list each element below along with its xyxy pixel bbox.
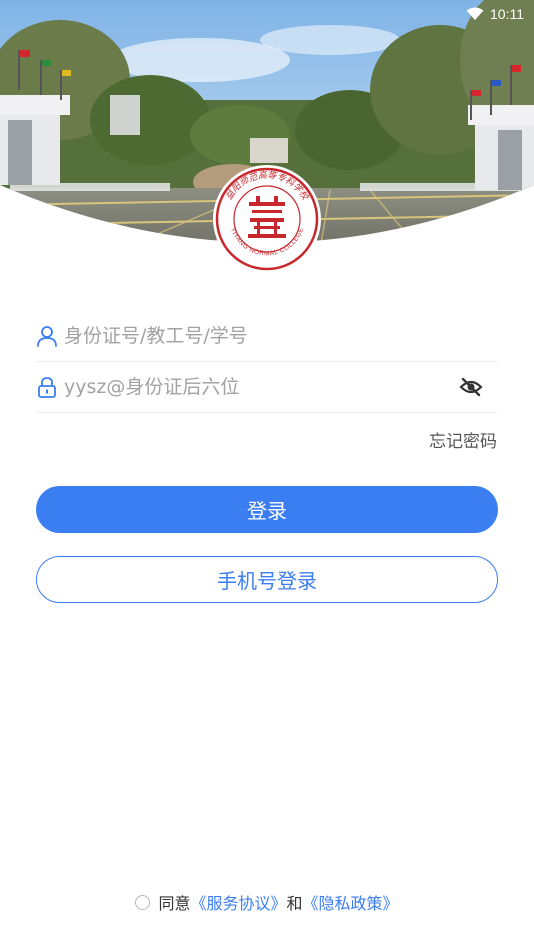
password-visibility-toggle[interactable] [456,372,486,402]
agreement-row: 同意 《服务协议》 和 《隐私政策》 [0,890,534,914]
agreement-prefix: 同意 [158,894,191,913]
college-seal-logo: 益阳师范高等专科学校 YIYANG NORMAL COLLEGE [213,165,321,273]
eye-hidden-icon [459,377,483,397]
login-button[interactable]: 登录 [36,486,498,533]
phone-login-button[interactable]: 手机号登录 [36,556,498,603]
account-input[interactable] [64,316,498,356]
agreement-conjunction: 和 [286,894,303,913]
login-screen: 10:11 益阳师范高等专科学校 YIYANG NORMAL COLLEGE 身… [0,0,534,949]
lock-icon [38,377,56,398]
service-agreement-link[interactable]: 《服务协议》 [190,890,286,914]
status-bar: 10:11 [466,0,534,28]
account-field [36,311,498,362]
status-time: 10:11 [490,6,524,22]
password-field [36,362,498,413]
privacy-policy-link[interactable]: 《隐私政策》 [303,890,399,914]
agreement-radio[interactable] [135,894,151,910]
password-input[interactable] [64,367,456,407]
user-icon [37,326,57,347]
wifi-icon [466,7,484,20]
forgot-password-link[interactable]: 忘记密码 [429,427,497,452]
